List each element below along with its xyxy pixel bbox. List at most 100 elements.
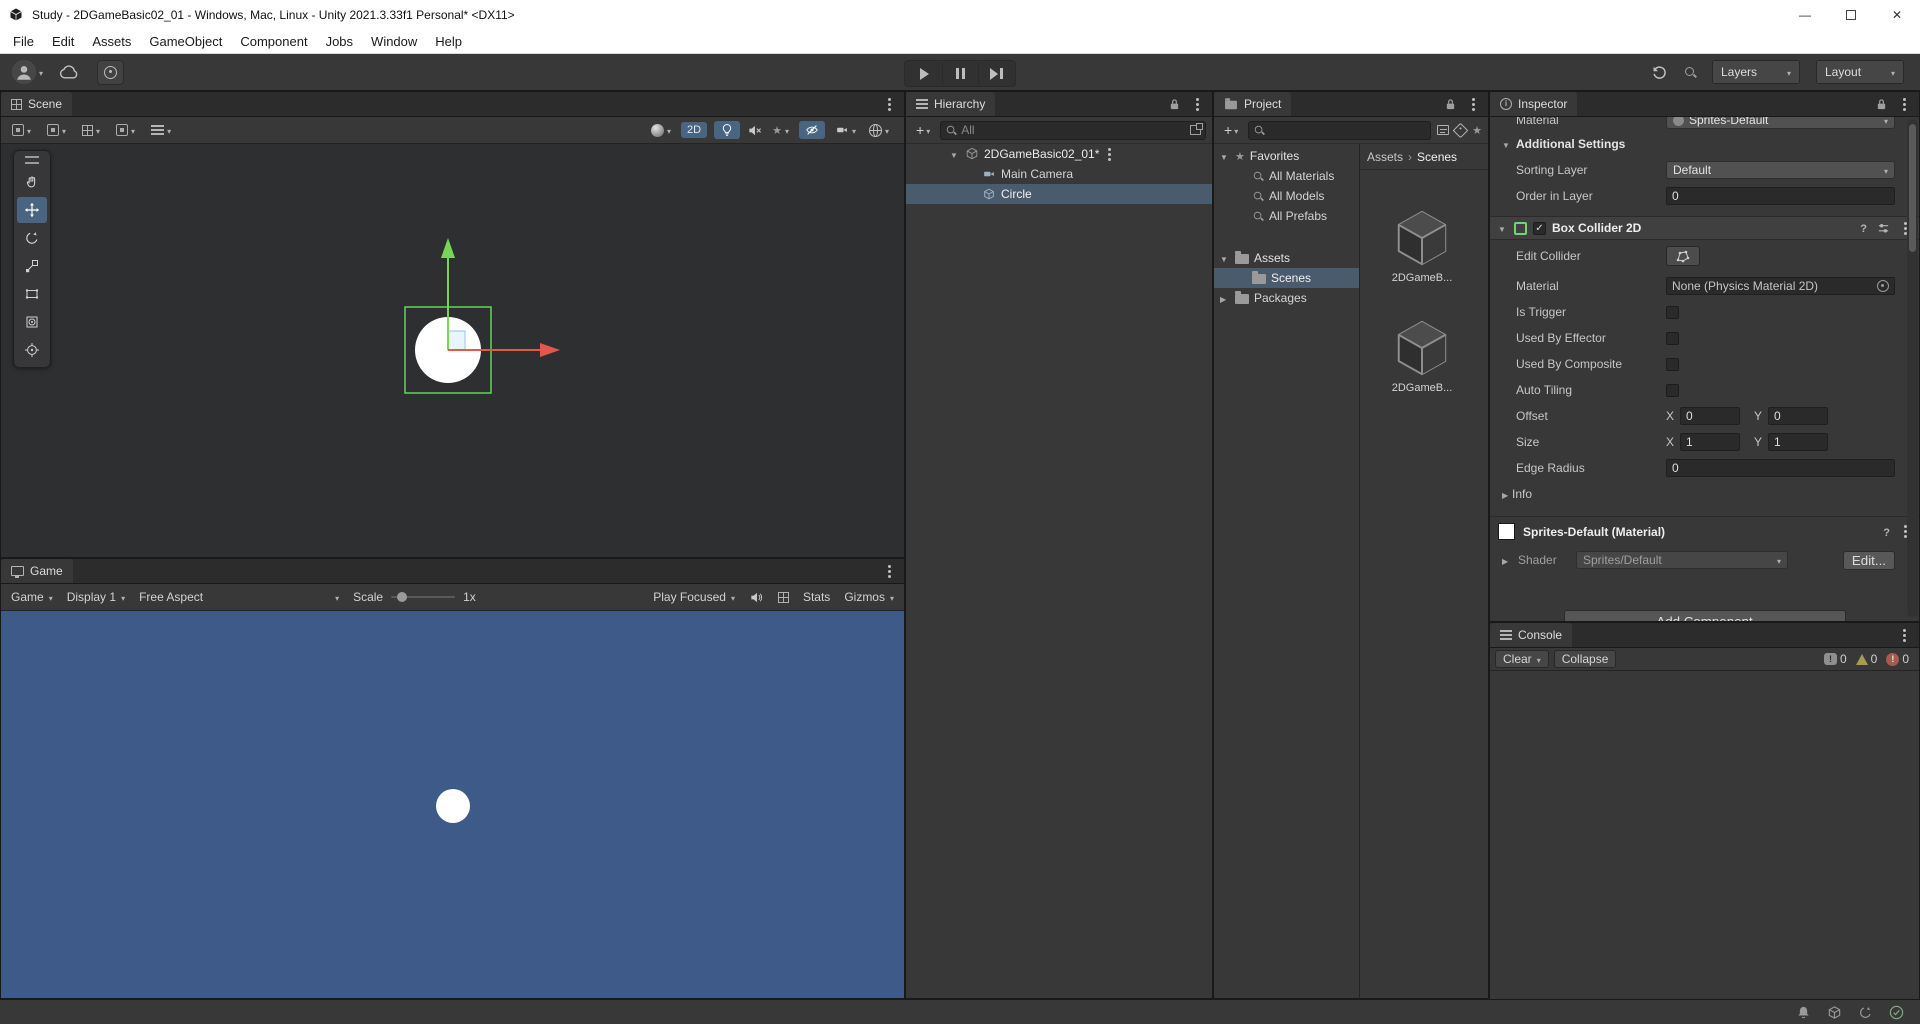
breadcrumb-assets[interactable]: Assets — [1367, 150, 1403, 164]
order-in-layer-field[interactable] — [1666, 187, 1895, 205]
favorites-foldout-icon[interactable] — [1220, 149, 1230, 163]
box-collider-2d-header[interactable]: Box Collider 2D — [1490, 216, 1919, 240]
packages-row[interactable]: Packages — [1214, 288, 1359, 308]
menu-edit[interactable]: Edit — [43, 29, 83, 53]
size-y-field[interactable] — [1768, 433, 1829, 451]
inspector-scrollbar[interactable] — [1907, 119, 1918, 617]
layers-dropdown[interactable]: Layers — [1712, 60, 1800, 84]
game-view-menu-dropdown[interactable]: Game — [11, 590, 53, 604]
game-audio-button[interactable] — [749, 590, 764, 605]
hierarchy-search-field[interactable] — [940, 120, 1206, 140]
scrollbar-thumb[interactable] — [1909, 124, 1916, 252]
layout-dropdown[interactable]: Layout — [1816, 60, 1904, 84]
presets-icon[interactable] — [1877, 222, 1890, 235]
scale-tool-button[interactable] — [17, 253, 47, 279]
package-icon[interactable] — [1827, 1005, 1842, 1020]
sorting-layer-dropdown[interactable]: Default — [1666, 161, 1895, 179]
offset-x-field[interactable] — [1680, 407, 1741, 425]
x-axis-arrowhead[interactable] — [540, 343, 560, 357]
cache-refresh-icon[interactable] — [1858, 1005, 1873, 1020]
search-by-label-icon[interactable] — [1452, 122, 1469, 138]
shader-edit-button[interactable]: Edit... — [1842, 550, 1895, 570]
search-icon[interactable] — [1684, 66, 1696, 78]
rotate-tool-button[interactable] — [17, 225, 47, 251]
inspector-menu-icon[interactable] — [1903, 102, 1906, 106]
favorite-all-models-row[interactable]: All Models — [1214, 186, 1359, 206]
scale-slider-thumb[interactable] — [397, 592, 408, 602]
favorite-all-prefabs-row[interactable]: All Prefabs — [1214, 206, 1359, 226]
custom-tool-button[interactable] — [17, 337, 47, 363]
menu-assets[interactable]: Assets — [83, 29, 140, 53]
assets-row[interactable]: Assets — [1214, 248, 1359, 268]
scale-slider[interactable] — [391, 592, 456, 602]
display-dropdown[interactable]: Display 1 — [67, 590, 125, 604]
hidden-objects-button[interactable] — [798, 121, 825, 139]
size-x-field[interactable] — [1680, 433, 1741, 451]
edit-collider-button[interactable] — [1666, 246, 1700, 266]
menu-help[interactable]: Help — [426, 29, 471, 53]
save-search-icon[interactable] — [1472, 123, 1482, 137]
warning-count-toggle[interactable]: 0 — [1855, 652, 1877, 666]
account-button[interactable] — [12, 60, 43, 84]
scene-canvas[interactable] — [1, 144, 904, 557]
gizmos-dropdown-game[interactable]: Gizmos — [844, 590, 894, 604]
tab-hierarchy[interactable]: Hierarchy — [906, 92, 996, 116]
play-button[interactable] — [906, 62, 942, 85]
clear-button[interactable]: Clear — [1495, 650, 1549, 668]
hierarchy-add-button[interactable] — [912, 121, 934, 140]
move-tool-button[interactable] — [17, 197, 47, 223]
collapse-button[interactable]: Collapse — [1553, 650, 1617, 668]
object-picker-icon[interactable] — [1877, 280, 1889, 292]
help-icon[interactable] — [1860, 221, 1867, 235]
menu-window[interactable]: Window — [362, 29, 426, 53]
scene-foldout-icon[interactable] — [950, 147, 960, 161]
snap-settings-dropdown[interactable] — [113, 121, 138, 139]
material-foldout-icon[interactable] — [1502, 553, 1512, 567]
hierarchy-menu-icon[interactable] — [1196, 102, 1199, 106]
y-axis-arrowhead[interactable] — [441, 238, 455, 258]
lock-icon[interactable] — [1445, 98, 1456, 111]
favorite-all-materials-row[interactable]: All Materials — [1214, 166, 1359, 186]
search-by-type-icon[interactable] — [1437, 125, 1450, 135]
used-by-effector-checkbox[interactable] — [1666, 331, 1679, 345]
step-button[interactable] — [978, 62, 1014, 85]
hierarchy-row-scene-root[interactable]: 2DGameBasic02_01* — [906, 144, 1212, 164]
component-foldout-icon[interactable] — [1498, 221, 1508, 235]
hand-tool-button[interactable] — [17, 169, 47, 195]
undo-history-button[interactable] — [1651, 64, 1668, 81]
notifications-bell-icon[interactable] — [1796, 1005, 1811, 1020]
close-button[interactable]: ✕ — [1874, 0, 1920, 29]
target-search-button[interactable] — [97, 59, 125, 85]
physics-material-object-field[interactable]: None (Physics Material 2D) — [1666, 277, 1895, 295]
info-count-toggle[interactable]: 0 — [1823, 652, 1847, 666]
tab-scene[interactable]: Scene — [1, 92, 73, 116]
is-trigger-checkbox[interactable] — [1666, 305, 1679, 319]
project-menu-icon[interactable] — [1472, 102, 1475, 106]
asset-tile-scene-1[interactable]: 2DGameB... — [1384, 208, 1460, 284]
asset-grid[interactable]: 2DGameB... 2DGameB... — [1360, 170, 1488, 1024]
project-add-button[interactable] — [1220, 121, 1242, 140]
tab-console[interactable]: Console — [1490, 623, 1573, 647]
favorites-row[interactable]: Favorites — [1214, 146, 1359, 166]
tab-project[interactable]: Project — [1214, 92, 1292, 116]
scene-row-menu-icon[interactable] — [1108, 152, 1112, 156]
edge-radius-field[interactable] — [1666, 459, 1895, 477]
lock-icon[interactable] — [1169, 98, 1180, 111]
menu-gameobject[interactable]: GameObject — [140, 29, 231, 53]
camera-overlay-dropdown[interactable] — [832, 121, 859, 139]
packages-foldout-icon[interactable] — [1220, 291, 1230, 305]
scene-lighting-button[interactable] — [714, 121, 741, 139]
lock-icon[interactable] — [1876, 98, 1887, 111]
pivot-dropdown[interactable] — [44, 121, 69, 139]
sprite-material-dropdown[interactable]: Sprites-Default — [1666, 117, 1895, 129]
game-menu-icon[interactable] — [888, 569, 891, 573]
vsync-grid-icon[interactable] — [777, 591, 789, 603]
used-by-composite-checkbox[interactable] — [1666, 357, 1679, 371]
aspect-ratio-dropdown[interactable]: Free Aspect — [139, 590, 339, 604]
tool-settings-dropdown[interactable] — [9, 121, 34, 139]
hierarchy-row-circle[interactable]: Circle — [906, 184, 1212, 204]
grid-visibility-dropdown[interactable] — [79, 121, 103, 139]
play-focused-dropdown[interactable]: Play Focused — [653, 590, 735, 604]
grid-size-dropdown[interactable] — [148, 121, 174, 139]
toggle-2d-button[interactable]: 2D — [681, 122, 708, 138]
